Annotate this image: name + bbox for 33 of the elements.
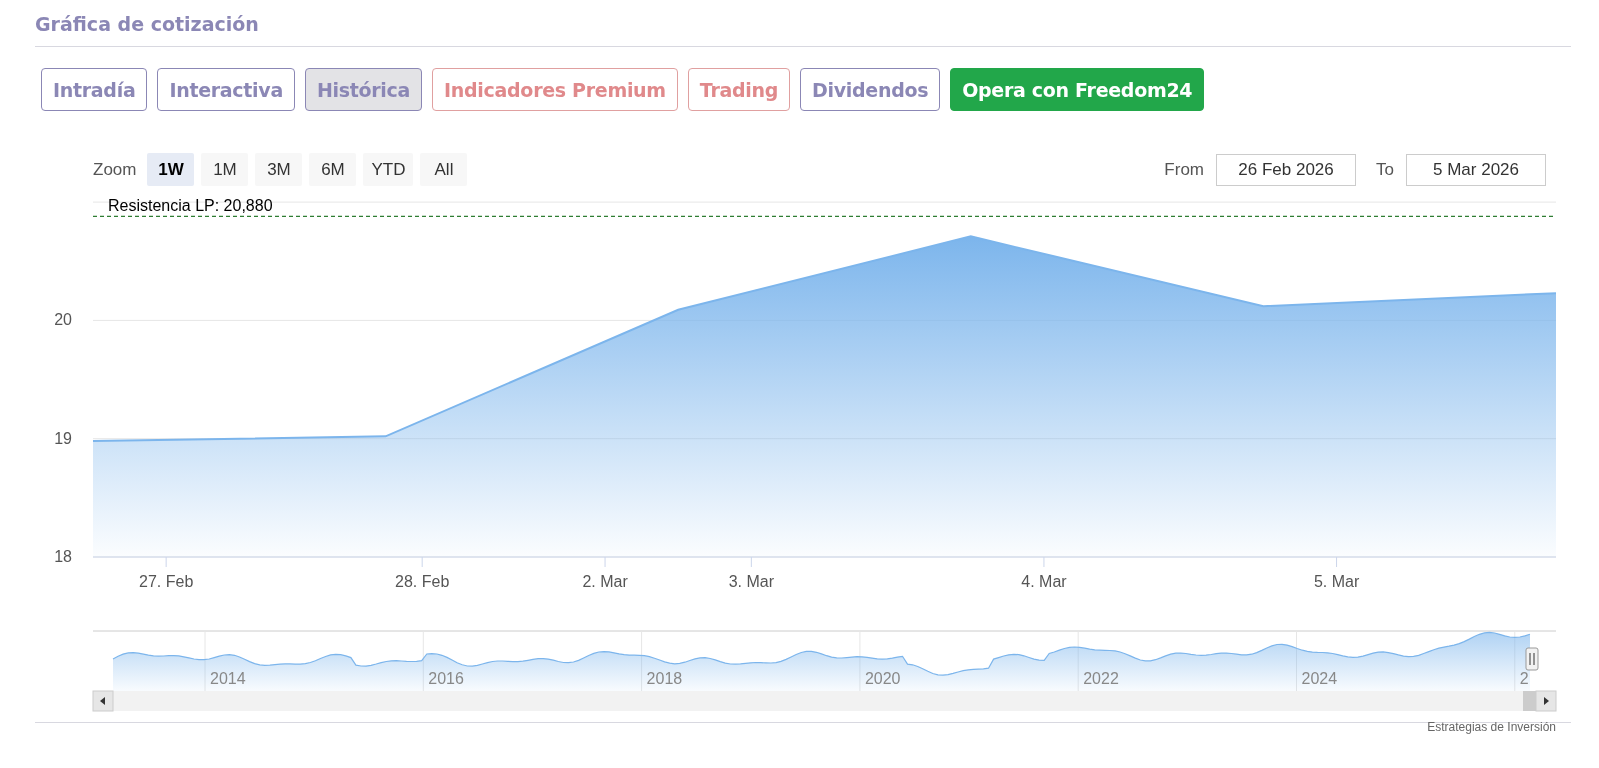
to-date-field[interactable]: 5 Mar 2026 — [1406, 153, 1546, 186]
zoom-button[interactable]: All — [420, 153, 468, 186]
from-label: From — [1164, 159, 1205, 180]
credit-link[interactable]: Estrategias de Inversión — [1427, 720, 1556, 734]
zoom-button[interactable]: 1W — [147, 153, 195, 186]
scroll-right-button[interactable] — [1535, 690, 1557, 712]
axis-label: 20 — [54, 311, 72, 329]
axis-label: 19 — [54, 429, 72, 447]
axis-label: 27. Feb — [139, 573, 194, 590]
axis-label: 18 — [54, 548, 72, 565]
resistance-label: Resistencia LP: 20,880 — [108, 197, 273, 215]
zoom-label: Zoom — [93, 159, 137, 180]
navigator-handle[interactable] — [1525, 647, 1539, 671]
navigator-year-label: 2016 — [428, 670, 464, 687]
to-label: To — [1376, 159, 1394, 180]
axis-label: 28. Feb — [395, 573, 450, 590]
navigator-year-label: 2 — [1519, 670, 1529, 687]
navigator-year-label: 2014 — [210, 670, 246, 687]
axis-label: 3. Mar — [728, 573, 774, 590]
zoom-button[interactable]: 6M — [309, 153, 357, 186]
axis-label: 5. Mar — [1313, 573, 1360, 590]
zoom-button[interactable]: 3M — [255, 153, 303, 186]
zoom-button[interactable]: YTD — [363, 153, 414, 186]
navigator-year-label: 2020 — [864, 670, 901, 687]
from-date-field[interactable]: 26 Feb 2026 — [1216, 153, 1357, 186]
navigator-year-label: 2018 — [646, 670, 683, 687]
axis-label: 4. Mar — [1021, 573, 1067, 590]
section-title: Gráfica de cotización — [35, 12, 260, 33]
zoom-button[interactable]: 1M — [201, 153, 249, 186]
scroll-left-button[interactable] — [92, 690, 114, 712]
axis-label: 2. Mar — [582, 573, 628, 590]
navigator-year-label: 2024 — [1301, 670, 1338, 687]
navigator-year-label: 2022 — [1083, 670, 1119, 687]
